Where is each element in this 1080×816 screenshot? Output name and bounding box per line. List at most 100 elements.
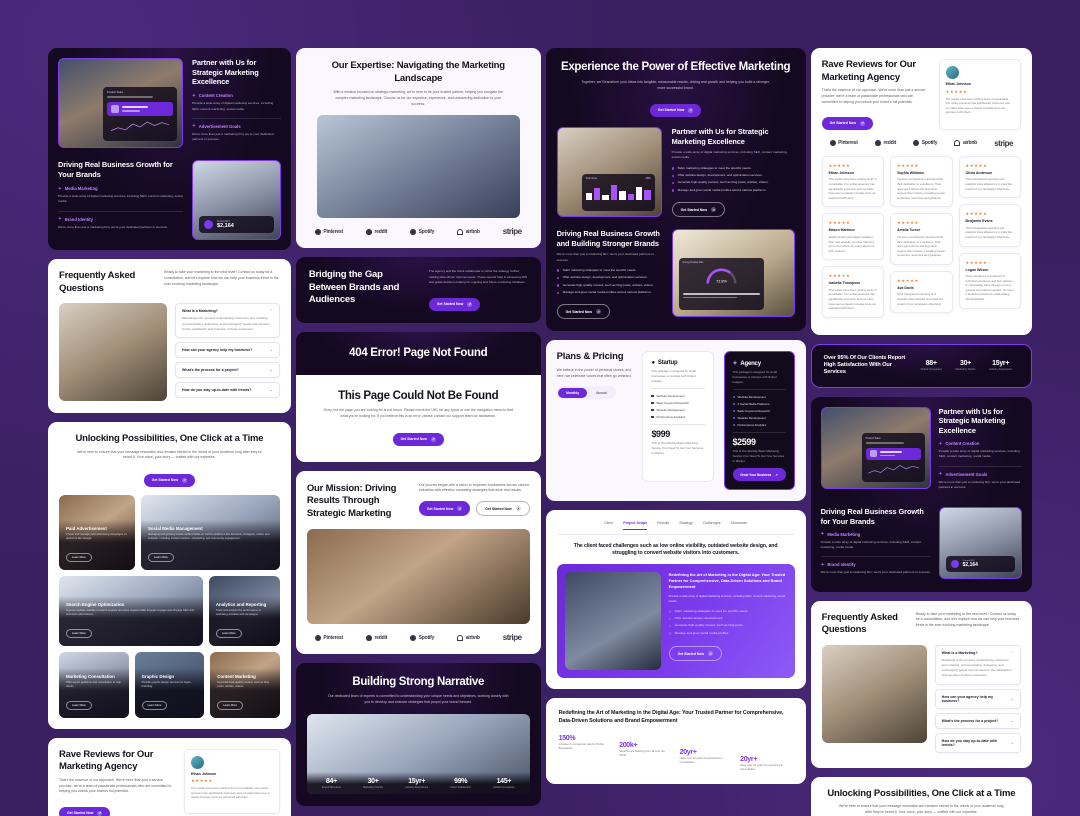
chevron-down-icon[interactable]: ⌄ [1011, 741, 1014, 745]
billing-toggle[interactable]: Monthly Annual [556, 386, 617, 400]
tab-project-scope[interactable]: Project Scope [623, 521, 648, 530]
pricing-title: Plans & Pricing [556, 351, 624, 363]
chevron-up-icon[interactable]: ⌃ [270, 309, 273, 313]
expertise-title: Our Expertise: Navigating the Marketing … [331, 60, 505, 84]
unlocking-intro: We're here to ensure that your message r… [839, 804, 1004, 814]
faq-item[interactable]: What is a Marketing? ⌃ Marketing is the p… [175, 303, 280, 339]
get-started-button[interactable]: Get Started Now ↗ [671, 202, 726, 218]
faq-item[interactable]: How can your agency help my business? ⌄ [175, 342, 280, 359]
button-label: Get Started Now [67, 811, 94, 816]
chevron-down-icon[interactable]: ⌄ [1011, 697, 1014, 701]
toggle-annual[interactable]: Annual [588, 388, 615, 398]
faq-item[interactable]: What's the process for a project? ⌄ [175, 362, 280, 379]
arrow-icon: ↗ [467, 301, 473, 307]
chevron-down-icon[interactable]: ⌄ [270, 348, 273, 352]
feature-text: We're more than just a marketing firm; w… [938, 479, 1021, 489]
grow-business-button[interactable]: Grow Your Business ↗ [651, 460, 704, 473]
stat-item: 88+ Global Companies [920, 360, 941, 371]
learn-more-button[interactable]: Learn More [141, 700, 168, 710]
faq-item[interactable]: How can your agency help my business? ⌄ [934, 688, 1021, 709]
get-started-button[interactable]: Get Started Now ↗ [392, 432, 444, 446]
chevron-down-icon[interactable]: ⌄ [1011, 719, 1014, 723]
tab-strategy[interactable]: Strategy [679, 521, 692, 530]
learn-more-button[interactable]: Learn More [66, 700, 92, 710]
faq-item[interactable]: What is a Marketing? ⌃ Marketing is the p… [934, 644, 1021, 685]
review-author: Benjamin Evans [965, 219, 993, 224]
faq-question: What is a Marketing? [941, 650, 978, 655]
case-study-tabs[interactable]: Client Project Scope Results Strategy Ch… [556, 521, 795, 535]
column-2: Our Expertise: Navigating the Marketing … [295, 48, 541, 806]
plan-feature: Website Development [651, 394, 704, 398]
learn-more-button[interactable]: Learn More [66, 628, 92, 638]
driving-title: Driving Real Business Growth for Your Br… [820, 507, 924, 526]
stat-item: 99% Client Satisfaction [450, 778, 471, 789]
button-label: Grow Your Business [659, 464, 691, 469]
grow-business-button[interactable]: Grow Your Business ↗ [732, 468, 786, 482]
get-started-button[interactable]: Get Started Now ↗ [668, 646, 723, 662]
get-started-button-secondary[interactable]: Get Started Now ↗ [476, 501, 530, 517]
reviews-intro: That's the essence of our approach. We'r… [59, 777, 172, 794]
service-card[interactable]: Social Media Management Managing and gro… [141, 494, 280, 570]
get-started-button-primary[interactable]: Get Started Now ↗ [418, 501, 471, 517]
stat-label: Industry Experience [405, 785, 429, 789]
feature-title: Brand Identity [64, 216, 93, 222]
brand-logo-pinterest: Pinterest [314, 634, 343, 641]
arrow-icon: ↗ [688, 107, 694, 113]
service-card[interactable]: Marketing Consultation Offer expert guid… [59, 651, 129, 718]
bullet-item: Offer website design, development, and o… [671, 173, 795, 178]
get-started-button[interactable]: Get Started Now ↗ [428, 297, 481, 311]
review-author: Ava Davis [897, 285, 914, 290]
service-card[interactable]: Search Engine Optimization Improve websi… [59, 575, 203, 646]
tab-challenges[interactable]: Challenges [703, 521, 721, 530]
plan-features: Website Development Basic Keyword Resear… [651, 394, 704, 419]
brand-logo-reddit: reddit [365, 228, 387, 235]
service-title: Analytics and Reporting [215, 601, 267, 607]
driving-intro: We're more than just a marketing firm; w… [556, 252, 654, 262]
tab-showcase[interactable]: Showcase [731, 521, 748, 530]
chevron-down-icon[interactable]: ⌄ [270, 368, 273, 372]
feature-row: ✦ Brand Identity We're more than just a m… [58, 216, 183, 230]
column-1: Product Sales Partner with Us for Strate… [48, 48, 291, 816]
feature-text: We're more than just a marketing firm; w… [820, 570, 931, 575]
review-card: ★★★★★ Isabella Thompson The results have b… [821, 266, 885, 318]
button-label: Get Started Now [485, 506, 512, 511]
faq-item[interactable]: How do you stay up-to-date with trends? ⌄ [175, 382, 280, 399]
get-started-button[interactable]: Get Started Now ↗ [821, 116, 874, 130]
sparkle-icon: ✦ [192, 123, 196, 129]
plan-name: Startup [657, 360, 678, 367]
panel-bullets: Tailor marketing strategies to meet the … [668, 609, 787, 636]
learn-more-button[interactable]: Learn More [66, 552, 92, 562]
service-card[interactable]: Content Marketing Generate high-quality … [210, 651, 280, 718]
faq-item[interactable]: What's the process for a project? ⌄ [934, 712, 1021, 729]
arrow-icon: ↗ [182, 477, 188, 483]
spotify-icon [410, 228, 417, 235]
service-card[interactable]: Graphic Design Provide graphic design se… [134, 651, 205, 718]
featured-review-card: Ethan Johnson ★★★★★ The results have bee… [184, 748, 280, 814]
get-started-button[interactable]: Get Started Now ↗ [649, 103, 702, 117]
feature-row: ✦ Advertisement Goals We're more than jus… [939, 471, 1022, 490]
arrow-icon: ↗ [596, 309, 602, 315]
team-photo: Product Sales [820, 406, 931, 489]
toggle-monthly[interactable]: Monthly [558, 387, 588, 398]
stat-label: Global Companies [920, 368, 942, 372]
service-card[interactable]: Paid Advertisement Create and manage pai… [59, 494, 135, 570]
faq-item[interactable]: How do you stay up-to-date with trends? ⌄ [934, 732, 1021, 753]
tab-client[interactable]: Client [604, 521, 613, 530]
plan-feature: 2 Social Media Platforms [732, 402, 786, 406]
chevron-down-icon[interactable]: ⌄ [270, 388, 273, 392]
rating-stars: ★★★★★ [897, 277, 920, 283]
learn-more-button[interactable]: Learn More [217, 700, 243, 710]
button-label: Get Started Now [151, 478, 179, 483]
review-author: Amelia Turner [897, 228, 921, 233]
get-started-button[interactable]: Get Started Now ↗ [143, 473, 196, 487]
tab-results[interactable]: Results [657, 521, 669, 530]
get-started-button[interactable]: Get Started Now ↗ [59, 806, 111, 816]
feature-row: ✦ Content Creation Provide a wide array o… [939, 441, 1022, 460]
card-unlocking-services: Unlocking Possibilities, One Click at a … [48, 422, 291, 729]
learn-more-button[interactable]: Learn More [215, 628, 242, 638]
widget-label: Total Views [585, 177, 598, 180]
get-started-button[interactable]: Get Started Now ↗ [556, 304, 611, 320]
chevron-up-icon[interactable]: ⌃ [1011, 651, 1014, 655]
learn-more-button[interactable]: Learn More [148, 552, 174, 562]
service-card[interactable]: Analytics and Reporting Track and analyz… [208, 575, 280, 646]
